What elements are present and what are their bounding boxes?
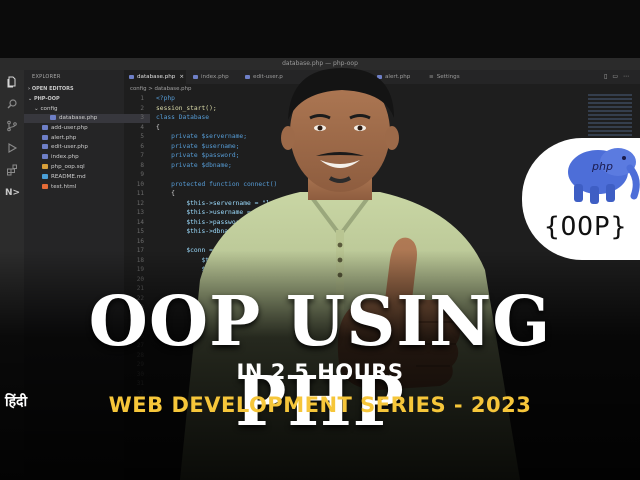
file-type-icon xyxy=(50,115,56,120)
chevron-down-icon: ⌄ xyxy=(28,96,33,102)
file-label: index.php xyxy=(51,154,79,161)
line-number: 12 xyxy=(136,199,144,207)
file-label: alert.php xyxy=(51,134,77,141)
nx-icon[interactable]: N> xyxy=(5,186,20,200)
line-number: 13 xyxy=(136,209,144,216)
file-item[interactable]: README.md xyxy=(42,173,124,182)
file-type-icon xyxy=(42,134,48,140)
line-number: 7 xyxy=(140,152,144,159)
language-label: हिंदी xyxy=(5,394,28,410)
folder-label: config xyxy=(40,106,58,112)
open-editors-label: OPEN EDITORS xyxy=(31,86,74,92)
file-type-icon xyxy=(42,144,48,150)
project-label: PHP-OOP xyxy=(33,96,60,102)
file-type-icon xyxy=(42,124,48,130)
more-icon[interactable]: ⋯ xyxy=(623,73,634,80)
tab-database-php[interactable]: database.php × xyxy=(124,70,186,84)
run-debug-icon[interactable] xyxy=(5,142,19,156)
file-item[interactable]: add-user.php xyxy=(42,124,124,133)
top-shadow xyxy=(0,0,640,58)
files-icon[interactable] xyxy=(5,76,19,90)
line-number: 15 xyxy=(136,228,144,235)
project-section[interactable]: ⌄ PHP-OOP xyxy=(28,96,60,102)
line-number: 10 xyxy=(136,180,144,188)
file-type-icon xyxy=(42,173,48,179)
elephant-label: php xyxy=(591,160,613,173)
file-label: database.php xyxy=(59,115,98,121)
duration-subline: IN 2.5 HOURS xyxy=(236,360,404,384)
line-number: 5 xyxy=(140,133,144,140)
thumbnail-stage: database.php — php-oop N> EXPLORER › OPE… xyxy=(0,0,640,480)
file-type-icon xyxy=(42,183,48,189)
source-control-icon[interactable] xyxy=(5,120,19,134)
line-number: 3 xyxy=(140,114,144,121)
chevron-right-icon: › xyxy=(28,86,31,92)
layout-icon[interactable]: ▭ xyxy=(612,73,623,80)
line-number: 2 xyxy=(140,104,144,112)
file-type-icon xyxy=(42,154,48,160)
line-number: 1 xyxy=(140,95,144,102)
extensions-icon[interactable] xyxy=(5,164,19,178)
file-label: php_oop.sql xyxy=(51,164,85,170)
file-label: test.html xyxy=(51,183,77,190)
file-item[interactable]: alert.php xyxy=(42,134,124,143)
php-file-icon xyxy=(129,74,134,79)
file-item[interactable]: php_oop.sql xyxy=(42,163,124,172)
series-title: WEB DEVELOPMENT SERIES - 2023 xyxy=(108,393,532,417)
file-item[interactable]: test.html xyxy=(42,183,124,192)
file-type-icon xyxy=(42,164,48,169)
file-item[interactable]: index.php xyxy=(42,153,124,162)
line-number: 9 xyxy=(140,171,144,178)
line-number: 8 xyxy=(140,161,144,169)
file-label: edit-user.php xyxy=(51,144,88,151)
search-icon[interactable] xyxy=(5,98,19,112)
line-number: 16 xyxy=(136,237,144,245)
editor-actions: ▯▭⋯ xyxy=(604,73,634,80)
line-number: 6 xyxy=(140,142,144,150)
line-number: 11 xyxy=(136,190,144,197)
file-label: add-user.php xyxy=(51,124,88,131)
oop-badge-text: {OOP} xyxy=(544,212,628,242)
open-editors-section[interactable]: › OPEN EDITORS xyxy=(28,86,74,92)
folder-config[interactable]: ⌄ config xyxy=(34,105,124,114)
file-item[interactable]: edit-user.php xyxy=(42,143,124,152)
file-label: README.md xyxy=(51,173,86,180)
php-elephant-icon: php xyxy=(568,148,640,204)
line-number: 4 xyxy=(140,123,144,131)
explorer-header: EXPLORER xyxy=(32,74,61,80)
chevron-down-icon: ⌄ xyxy=(34,106,39,112)
line-number: 14 xyxy=(136,218,144,226)
